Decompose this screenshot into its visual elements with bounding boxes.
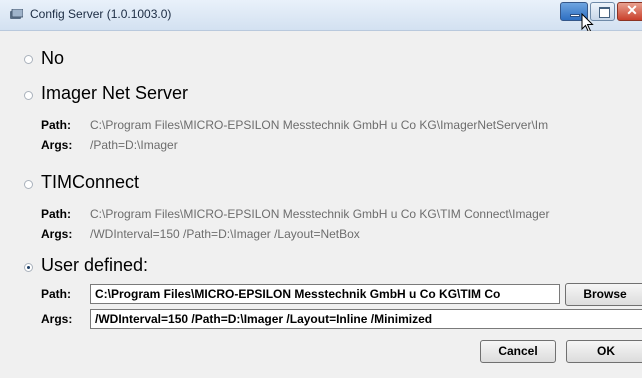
args-label: Args: bbox=[41, 312, 73, 326]
maximize-icon bbox=[599, 7, 610, 18]
minimize-icon bbox=[570, 14, 580, 17]
radio-no[interactable] bbox=[24, 55, 33, 64]
title-bar: Config Server (1.0.1003.0) ✕ bbox=[0, 0, 642, 33]
radio-label-imager-net-server: Imager Net Server bbox=[41, 83, 189, 103]
dialog-body: No Imager Net Server Path: C:\Program Fi… bbox=[0, 31, 642, 378]
path-label: Path: bbox=[41, 118, 71, 132]
radio-label-no: No bbox=[41, 48, 65, 68]
timconnect-path: C:\Program Files\MICRO-EPSILON Messtechn… bbox=[90, 207, 550, 221]
user-defined-path-input[interactable]: C:\Program Files\MICRO-EPSILON Messtechn… bbox=[90, 284, 560, 304]
path-label: Path: bbox=[41, 207, 71, 221]
radio-timconnect[interactable] bbox=[24, 180, 33, 189]
browse-button[interactable]: Browse bbox=[565, 283, 642, 306]
args-label: Args: bbox=[41, 138, 73, 152]
imager-net-server-path: C:\Program Files\MICRO-EPSILON Messtechn… bbox=[90, 118, 549, 132]
close-button[interactable]: ✕ bbox=[617, 2, 642, 21]
user-defined-args-input[interactable]: /WDInterval=150 /Path=D:\Imager /Layout=… bbox=[90, 309, 642, 329]
app-icon bbox=[10, 9, 23, 19]
path-label: Path: bbox=[41, 287, 71, 301]
imager-net-server-args: /Path=D:\Imager bbox=[90, 138, 178, 152]
cancel-button[interactable]: Cancel bbox=[480, 340, 556, 363]
window-title: Config Server (1.0.1003.0) bbox=[30, 7, 172, 21]
args-label: Args: bbox=[41, 227, 73, 241]
radio-imager-net-server[interactable] bbox=[24, 91, 33, 100]
radio-user-defined[interactable] bbox=[24, 263, 33, 272]
close-icon: ✕ bbox=[626, 2, 638, 18]
radio-label-timconnect: TIMConnect bbox=[41, 172, 140, 192]
mouse-cursor-icon bbox=[581, 13, 594, 33]
radio-label-user-defined: User defined: bbox=[41, 255, 149, 275]
ok-button[interactable]: OK bbox=[566, 340, 642, 363]
timconnect-args: /WDInterval=150 /Path=D:\Imager /Layout=… bbox=[90, 227, 360, 241]
